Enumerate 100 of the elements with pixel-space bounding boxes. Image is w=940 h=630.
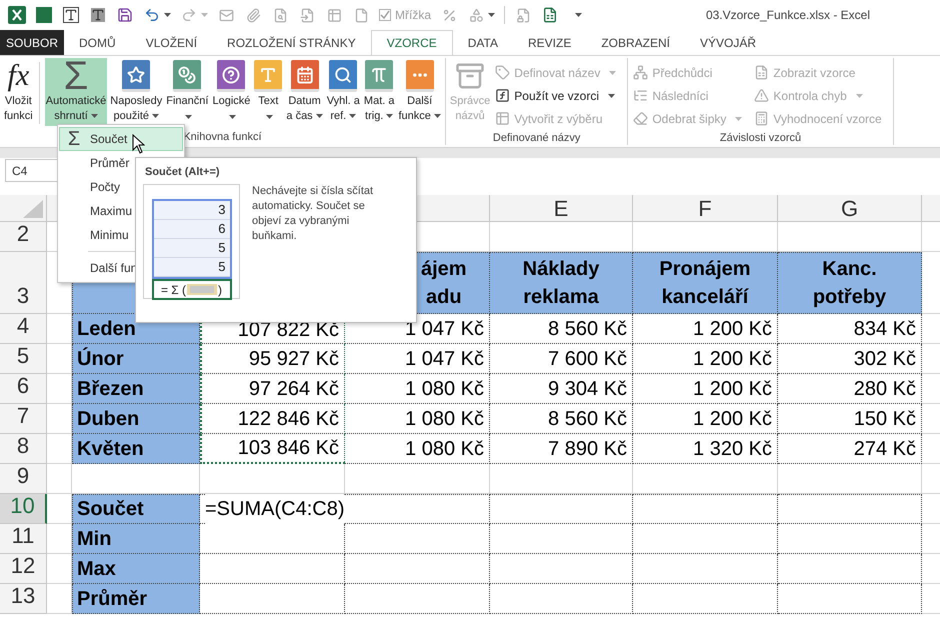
ribbon-tab[interactable]: REVIZE <box>512 30 586 55</box>
row-header[interactable]: 2 <box>0 222 47 252</box>
caret-icon <box>608 94 615 98</box>
table-cell-text: 1 200 Kč <box>693 406 772 432</box>
text-style-icon[interactable] <box>89 5 107 25</box>
table-cell-text: 7 890 Kč <box>548 436 627 462</box>
ribbon-button[interactable]: Finanční <box>165 58 210 126</box>
table-header-cell-text: Kanc. potřeby <box>812 257 886 310</box>
workbook-icon[interactable] <box>541 5 559 25</box>
caret-icon <box>386 114 394 118</box>
sheet-icon[interactable] <box>35 5 53 25</box>
caret-icon <box>201 13 208 17</box>
empty-cell[interactable] <box>47 464 72 494</box>
row-header[interactable]: 8 <box>0 434 47 464</box>
sample-value: 5 <box>218 258 226 276</box>
table-cell-text: Průměr <box>77 586 148 612</box>
ribbon-button[interactable]: Mat. a trig. <box>362 58 396 126</box>
ribbon-tab[interactable]: DOMŮ <box>64 30 131 55</box>
warning-icon <box>754 88 770 103</box>
ribbon-tab[interactable]: VLOŽENÍ <box>130 30 212 55</box>
table-cell-text: 1 200 Kč <box>693 346 772 372</box>
table-header-cell-text: ájem adu <box>421 257 467 310</box>
empty-cell[interactable] <box>490 464 633 494</box>
caret-icon <box>164 13 171 17</box>
caret-icon <box>266 114 274 119</box>
caret-icon <box>488 13 495 17</box>
star-book-icon <box>122 60 150 92</box>
menu-item[interactable]: Σ Součet <box>59 127 183 151</box>
column-header[interactable]: E <box>490 195 633 222</box>
row-header[interactable]: 6 <box>0 374 47 404</box>
row-header[interactable]: 4 <box>0 314 47 344</box>
function-symbol-icon: fx <box>8 61 30 91</box>
table-cell-text: 8 560 Kč <box>548 316 627 342</box>
caret-icon <box>856 94 863 98</box>
table-cell-text: 122 846 Kč <box>238 406 339 432</box>
table-cell-text: 97 264 Kč <box>248 376 339 402</box>
ribbon-button[interactable]: Použít ve vzorci <box>493 84 618 107</box>
ribbon-button[interactable]: Logické <box>211 58 252 126</box>
select-all-corner[interactable] <box>23 200 43 218</box>
table-cell-text: 103 846 Kč <box>238 436 339 461</box>
sample-value: 6 <box>218 220 226 238</box>
function-icon <box>495 88 510 103</box>
row-header[interactable]: 10 <box>0 494 47 524</box>
table-cell-text: Min <box>77 526 112 552</box>
window-title: 03.Vzorce_Funkce.xlsx - Excel <box>706 7 870 24</box>
text-box-icon[interactable] <box>62 5 80 25</box>
empty-cell[interactable] <box>345 464 490 494</box>
table-header-cell-text: Pronájem kanceláří <box>659 257 751 310</box>
table-cell-text: Květen <box>77 436 144 462</box>
ribbon-button[interactable]: Vyhl. a ref. <box>326 58 361 126</box>
empty-cell[interactable] <box>633 464 778 494</box>
letter-book-icon <box>254 60 282 92</box>
excel-logo-icon[interactable] <box>8 5 26 25</box>
formula-sheet-icon <box>754 65 770 80</box>
column-header[interactable] <box>922 195 940 222</box>
function-symbol-icon: Σ <box>64 56 88 96</box>
ribbon-tab[interactable]: ROZLOŽENÍ STRÁNKY <box>212 30 371 55</box>
empty-cell[interactable] <box>778 464 922 494</box>
row-header[interactable]: 3 <box>0 252 47 314</box>
calendar-book-icon <box>290 60 319 92</box>
row-header[interactable]: 13 <box>0 584 47 614</box>
sample-value: 3 <box>218 201 226 220</box>
table-cell-text: Součet <box>77 497 144 522</box>
ribbon-button[interactable]: Σ Automatické shrnutí <box>44 58 108 126</box>
column-header[interactable]: F <box>633 195 778 222</box>
ribbon-button[interactable]: Datum a čas <box>285 58 324 126</box>
caret-icon <box>152 114 160 118</box>
formula-text: ) <box>218 282 222 298</box>
math-book-icon <box>365 60 394 92</box>
ribbon-tab[interactable]: ZOBRAZENÍ <box>586 30 685 55</box>
table-cell-text: 1 200 Kč <box>693 316 772 342</box>
arrows-tree-icon <box>633 65 648 80</box>
row-header[interactable]: 7 <box>0 404 47 434</box>
ribbon-tab[interactable]: VZORCE <box>370 30 453 55</box>
row-header[interactable]: 11 <box>0 524 47 554</box>
ribbon-button[interactable]: Text <box>253 58 284 126</box>
caret-icon <box>349 114 356 118</box>
caret-icon <box>609 70 616 74</box>
ribbon-tab[interactable]: VÝVOJÁŘ <box>685 30 772 55</box>
table-cell-text: 8 560 Kč <box>548 406 627 432</box>
tree-icon <box>633 88 648 103</box>
row-header[interactable]: 9 <box>0 464 47 494</box>
menu-item[interactable]: Minimu <box>59 223 183 247</box>
caret-icon <box>90 114 98 118</box>
table-header-cell-text: Náklady reklama <box>522 257 600 310</box>
ribbon-button[interactable]: Další funkce <box>398 58 442 126</box>
ribbon-button[interactable]: fx Vložit funkci <box>3 58 34 126</box>
hatched-range-icon <box>187 284 218 295</box>
column-header[interactable]: G <box>778 195 922 222</box>
tag-icon <box>495 65 510 80</box>
search-book-icon <box>329 60 358 92</box>
row-header[interactable]: 5 <box>0 344 47 374</box>
ribbon-tab[interactable]: DATA <box>452 30 513 55</box>
table-icon <box>495 111 510 126</box>
menu-item[interactable]: Maximu <box>59 199 183 223</box>
ribbon-button[interactable]: Naposledy použité <box>109 58 164 126</box>
row-header[interactable]: 12 <box>0 554 47 584</box>
ribbon-tab[interactable]: SOUBOR <box>0 30 64 55</box>
caret-icon <box>575 13 582 17</box>
cell-editor[interactable]: =SUMA(C4:C8) <box>205 494 344 524</box>
